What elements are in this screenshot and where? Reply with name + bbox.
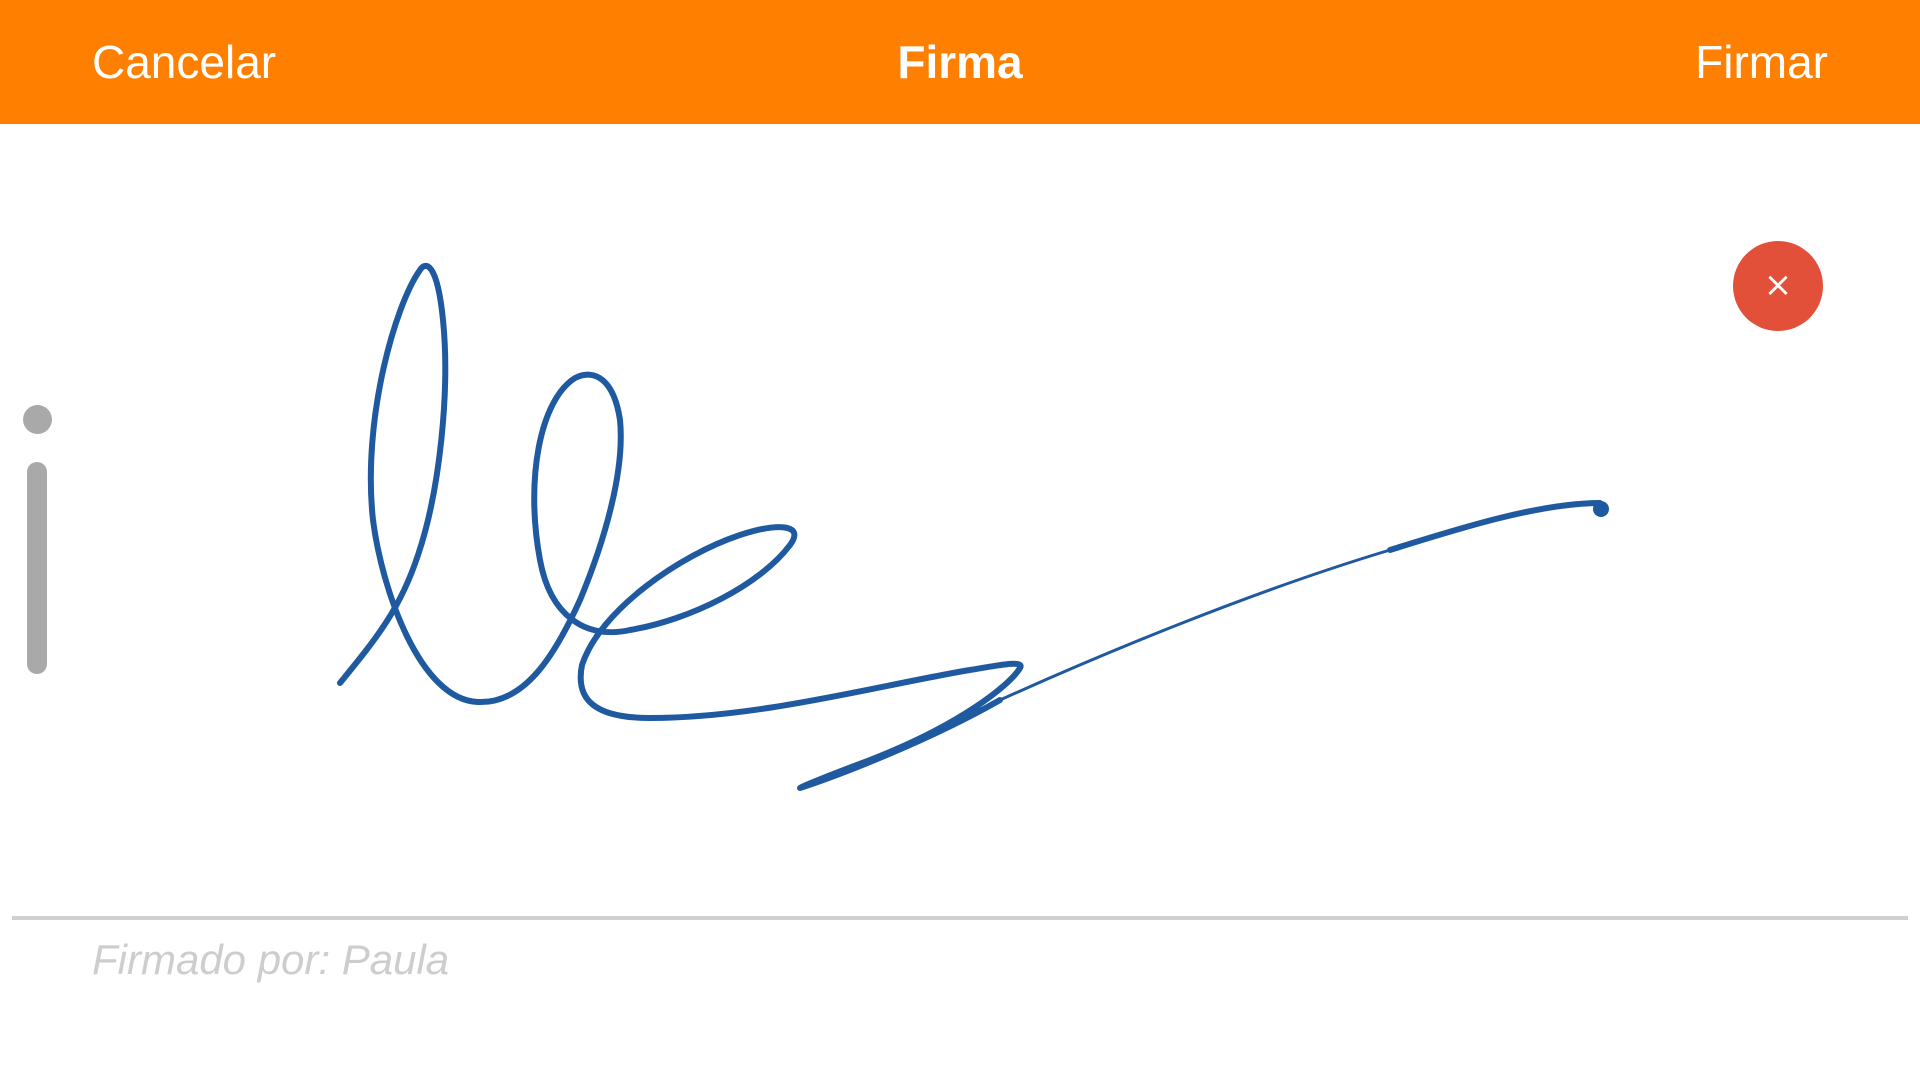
scroll-indicator-dot	[23, 405, 52, 434]
signed-by-label: Firmado por: Paula	[92, 936, 450, 983]
signature-stroke	[337, 262, 1024, 791]
scroll-indicator-bar[interactable]	[27, 462, 47, 674]
signature-stroke	[998, 548, 1392, 702]
signature-screen: Cancelar Firma Firmar × Firmado por: Pau…	[0, 0, 1920, 1080]
signature-stroke	[1387, 500, 1603, 553]
signature-baseline	[12, 916, 1908, 920]
clear-signature-button[interactable]: ×	[1733, 241, 1823, 331]
signature-stroke	[1593, 501, 1609, 517]
close-icon: ×	[1763, 265, 1793, 305]
